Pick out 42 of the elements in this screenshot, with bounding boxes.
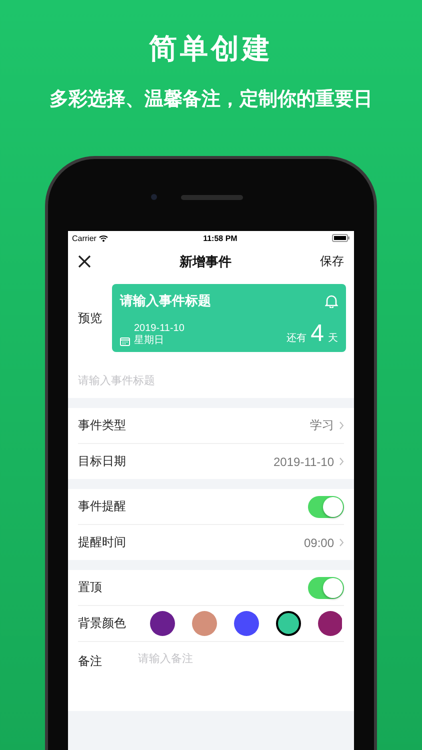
row-label: 事件提醒 (78, 498, 127, 515)
title-input[interactable]: 请输入事件标题 (68, 364, 354, 398)
subtitle: 多彩选择、温馨备注，定制你的重要日 (50, 88, 372, 112)
row-label: 备注 (78, 653, 103, 670)
value-selector[interactable]: 学习 (310, 417, 344, 434)
row-label: 置顶 (78, 579, 103, 596)
calendar-icon (120, 337, 130, 346)
wifi-icon (99, 234, 108, 242)
status-time: 11:58 PM (203, 234, 238, 242)
chevron-icon (339, 421, 344, 430)
chevron-icon (339, 538, 344, 547)
color-swatch[interactable] (150, 611, 175, 636)
bell-icon (325, 294, 338, 308)
card-date: 2019-11-10 (134, 323, 184, 334)
color-swatch[interactable] (192, 611, 217, 636)
chevron-icon (339, 457, 344, 466)
color-swatch[interactable] (318, 611, 342, 636)
card-weekday: 星期日 (134, 334, 165, 346)
headline: 简单创建 (149, 32, 273, 66)
days-count: 4 (310, 322, 324, 346)
preview-label: 预览 (78, 310, 102, 326)
close-button[interactable] (78, 255, 91, 268)
row-label: 事件类型 (78, 417, 127, 434)
carrier: Carrier (72, 234, 96, 242)
color-swatch[interactable] (276, 611, 301, 636)
days-prefix: 还有 (286, 332, 307, 345)
nav-title: 新增事件 (180, 252, 232, 270)
color-swatch[interactable] (234, 611, 259, 636)
row-label: 背景颜色 (78, 615, 127, 632)
card-title: 请输入事件标题 (120, 292, 211, 310)
toggle-switch[interactable] (308, 576, 344, 598)
note-input[interactable]: 请输入备注 (138, 653, 344, 665)
speaker-icon (181, 195, 243, 200)
toggle-switch[interactable] (308, 496, 344, 518)
days-unit: 天 (328, 332, 338, 345)
camera-icon (151, 194, 157, 200)
row-label: 目标日期 (78, 453, 127, 470)
battery-icon (332, 234, 350, 242)
value-selector[interactable]: 09:00 (304, 536, 344, 550)
value-selector[interactable]: 2019-11-10 (274, 454, 344, 468)
save-button[interactable]: 保存 (320, 253, 344, 270)
row-label: 提醒时间 (78, 534, 127, 551)
